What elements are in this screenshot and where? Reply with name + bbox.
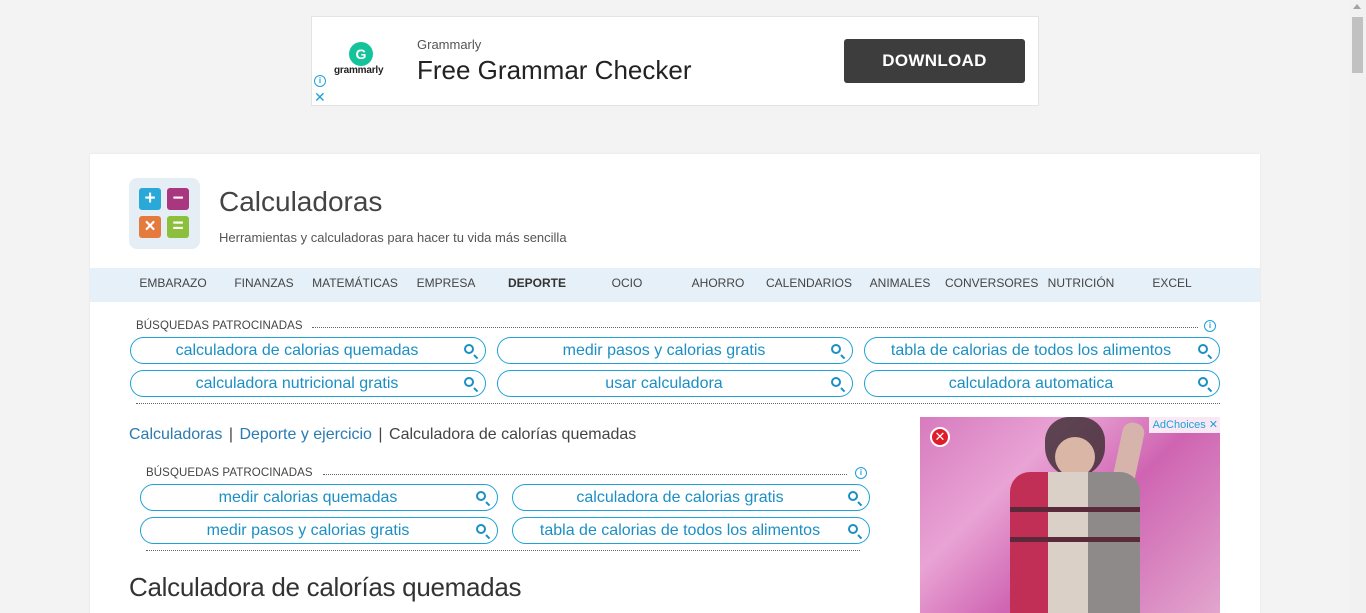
search-icon bbox=[1198, 344, 1208, 354]
search-icon bbox=[831, 344, 841, 354]
ad-image-face bbox=[1055, 437, 1095, 477]
grammarly-logo-icon: G bbox=[349, 42, 373, 66]
sponsored-search-pill[interactable]: tabla de calorias de todos los alimentos bbox=[864, 337, 1220, 364]
top-ad-banner[interactable]: G grammarly Grammarly Free Grammar Check… bbox=[311, 16, 1039, 106]
ad-info-icon[interactable]: i bbox=[314, 75, 326, 87]
sponsored-bottom-divider bbox=[146, 550, 860, 551]
sponsored-search-pill[interactable]: calculadora automatica bbox=[864, 370, 1220, 397]
search-icon bbox=[848, 524, 858, 534]
breadcrumb-current: Calculadora de calorías quemadas bbox=[389, 426, 637, 443]
search-icon bbox=[464, 344, 474, 354]
site-subtitle: Herramientas y calculadoras para hacer t… bbox=[219, 230, 567, 245]
equals-icon: = bbox=[167, 216, 189, 238]
breadcrumb-link-deporte[interactable]: Deporte y ejercicio bbox=[239, 426, 372, 443]
nav-item-animales[interactable]: ANIMALES bbox=[855, 268, 945, 302]
ad-close-icon[interactable]: ✕ bbox=[314, 89, 326, 105]
site-logo[interactable]: + − × = bbox=[129, 178, 200, 249]
nav-item-conversores[interactable]: CONVERSORES bbox=[945, 268, 1038, 302]
search-icon bbox=[476, 524, 486, 534]
ad-headline[interactable]: Free Grammar Checker bbox=[417, 55, 692, 86]
nav-item-ocio[interactable]: OCIO bbox=[582, 268, 672, 302]
adchoices-label: AdChoices bbox=[1152, 419, 1206, 431]
search-icon bbox=[848, 491, 858, 501]
pill-label: medir calorias quemadas bbox=[218, 489, 398, 506]
sponsored-search-pill[interactable]: tabla de calorias de todos los alimentos bbox=[512, 517, 870, 544]
breadcrumb-separator: | bbox=[228, 426, 233, 443]
sponsored-info-icon[interactable]: i bbox=[855, 467, 867, 479]
ad-image-dress bbox=[1010, 472, 1140, 613]
pill-label: calculadora de calorias quemadas bbox=[175, 342, 419, 359]
nav-item-ahorro[interactable]: AHORRO bbox=[673, 268, 763, 302]
breadcrumb: Calculadoras | Deporte y ejercicio | Cal… bbox=[129, 426, 636, 444]
pill-label: medir pasos y calorias gratis bbox=[562, 342, 766, 359]
sponsored-divider bbox=[323, 474, 847, 475]
ad-image-stripe bbox=[1010, 537, 1140, 542]
nav-item-calendarios[interactable]: CALENDARIOS bbox=[764, 268, 854, 302]
nav-item-excel[interactable]: EXCEL bbox=[1127, 268, 1217, 302]
adchoices-close-icon[interactable]: ✕ bbox=[1209, 417, 1218, 433]
pill-label: calculadora de calorias gratis bbox=[576, 489, 784, 506]
adchoices-badge[interactable]: AdChoices ✕ bbox=[1148, 417, 1220, 433]
vertical-scrollbar[interactable] bbox=[1349, 0, 1366, 613]
sponsored-divider bbox=[312, 327, 1198, 328]
sponsored-info-icon[interactable]: i bbox=[1204, 320, 1216, 332]
nav-item-nutricion[interactable]: NUTRICIÓN bbox=[1036, 268, 1126, 302]
nav-item-empresa[interactable]: EMPRESA bbox=[401, 268, 491, 302]
main-nav: EMBARAZO FINANZAS MATEMÁTICAS EMPRESA DE… bbox=[90, 268, 1260, 302]
scroll-up-arrow-icon[interactable] bbox=[1353, 4, 1361, 9]
search-icon bbox=[476, 491, 486, 501]
nav-item-embarazo[interactable]: EMBARAZO bbox=[128, 268, 218, 302]
sponsored-search-pill[interactable]: medir pasos y calorias gratis bbox=[497, 337, 853, 364]
ad-image-person bbox=[1000, 417, 1150, 613]
scrollbar-thumb[interactable] bbox=[1352, 17, 1363, 73]
pill-label: tabla de calorias de todos los alimentos bbox=[890, 342, 1172, 359]
sponsored-label: BÚSQUEDAS PATROCINADAS bbox=[146, 467, 313, 479]
page-title: Calculadora de calorías quemadas bbox=[129, 572, 522, 602]
sponsored-label: BÚSQUEDAS PATROCINADAS bbox=[136, 320, 303, 332]
pill-label: calculadora nutricional gratis bbox=[195, 375, 399, 392]
sponsored-search-pill[interactable]: calculadora nutricional gratis bbox=[130, 370, 486, 397]
pill-label: tabla de calorias de todos los alimentos bbox=[539, 522, 821, 539]
main-card: + − × = Calculadoras Herramientas y calc… bbox=[90, 154, 1260, 613]
breadcrumb-separator: | bbox=[378, 426, 383, 443]
pill-label: usar calculadora bbox=[605, 375, 723, 392]
ad-close-icon[interactable]: ✕ bbox=[930, 427, 950, 447]
sponsored-search-pill[interactable]: calculadora de calorias quemadas bbox=[130, 337, 486, 364]
ad-image-stripe bbox=[1010, 507, 1140, 512]
site-title[interactable]: Calculadoras bbox=[219, 186, 382, 218]
nav-item-deporte[interactable]: DEPORTE bbox=[492, 268, 582, 302]
sponsored-search-pill[interactable]: medir calorias quemadas bbox=[140, 484, 498, 511]
plus-icon: + bbox=[139, 188, 161, 210]
breadcrumb-link-calculadoras[interactable]: Calculadoras bbox=[129, 426, 222, 443]
grammarly-wordmark: grammarly bbox=[334, 65, 384, 76]
side-ad[interactable]: AdChoices ✕ ✕ bbox=[920, 417, 1220, 613]
download-button[interactable]: DOWNLOAD bbox=[844, 39, 1025, 83]
sponsored-search-pill[interactable]: calculadora de calorias gratis bbox=[512, 484, 870, 511]
pill-label: medir pasos y calorias gratis bbox=[206, 522, 410, 539]
ad-brand-name: Grammarly bbox=[417, 37, 482, 52]
sponsored-search-pill[interactable]: usar calculadora bbox=[497, 370, 853, 397]
times-icon: × bbox=[139, 216, 161, 238]
sponsored-search-pill[interactable]: medir pasos y calorias gratis bbox=[140, 517, 498, 544]
minus-icon: − bbox=[167, 188, 189, 210]
sponsored-bottom-divider bbox=[136, 403, 1220, 404]
pill-label: calculadora automatica bbox=[948, 375, 1114, 392]
search-icon bbox=[1198, 377, 1208, 387]
nav-item-matematicas[interactable]: MATEMÁTICAS bbox=[310, 268, 400, 302]
nav-item-finanzas[interactable]: FINANZAS bbox=[219, 268, 309, 302]
search-icon bbox=[464, 377, 474, 387]
search-icon bbox=[831, 377, 841, 387]
